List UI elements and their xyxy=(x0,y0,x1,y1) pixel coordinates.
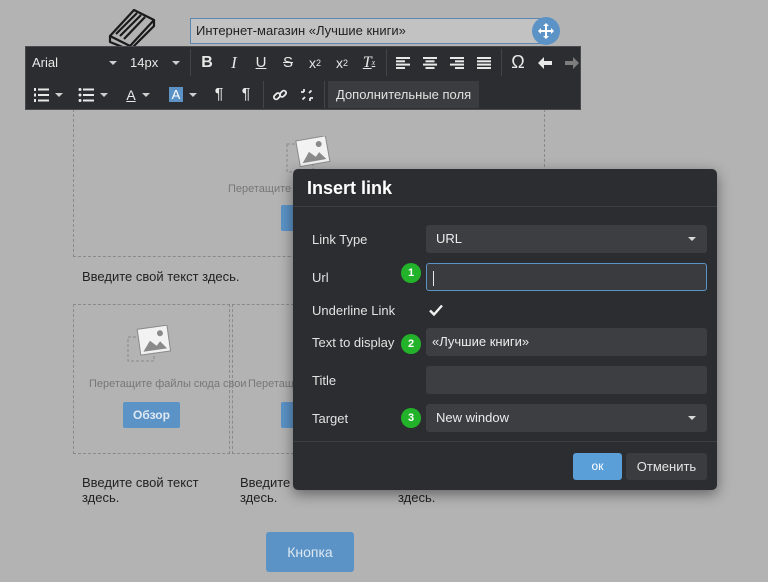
unlink-icon[interactable] xyxy=(294,81,320,108)
column-text-1-line1: Введите свой текст xyxy=(82,475,199,490)
omega-icon[interactable]: Ω xyxy=(505,49,531,76)
target-select[interactable]: New window xyxy=(426,404,707,432)
column-text-1-line2: здесь. xyxy=(82,490,120,505)
step-badge-3: 3 xyxy=(401,408,421,428)
underline-link-checkbox[interactable] xyxy=(428,302,444,318)
extra-fields-button[interactable]: Дополнительные поля xyxy=(328,81,480,108)
page-button[interactable]: Кнопка xyxy=(266,532,354,572)
strikethrough-icon[interactable]: S xyxy=(275,49,301,76)
column-text-2-line1: Введите xyxy=(240,475,291,490)
rich-text-toolbar: Arial 14px B I U S x2 x2 Tx Ω A A ¶ ¶ До… xyxy=(25,46,581,110)
title-input[interactable] xyxy=(426,366,707,394)
italic-icon[interactable]: I xyxy=(221,49,247,76)
superscript-icon[interactable]: x2 xyxy=(302,49,328,76)
url-input[interactable] xyxy=(426,263,707,291)
unordered-list-icon[interactable] xyxy=(71,81,115,108)
subscript-icon[interactable]: x2 xyxy=(329,49,355,76)
font-size-value: 14px xyxy=(130,55,159,70)
redo-icon[interactable] xyxy=(559,49,585,76)
column-text-2-line2: здесь. xyxy=(240,490,278,505)
ltr-icon[interactable]: ¶ xyxy=(206,81,232,108)
ordered-list-icon[interactable] xyxy=(26,81,70,108)
underline-link-label: Underline Link xyxy=(312,303,396,318)
link-type-label: Link Type xyxy=(312,232,368,247)
column-text-1[interactable]: Введите свой текст здесь. xyxy=(82,475,199,505)
chevron-down-icon xyxy=(688,237,696,241)
book-logo-icon xyxy=(108,8,156,50)
column-text-2[interactable]: Введите здесь. xyxy=(240,475,290,505)
step-badge-1: 1 xyxy=(401,263,421,283)
dialog-title: Insert link xyxy=(307,178,393,198)
site-title-input[interactable]: Интернет-магазин «Лучшие книги» xyxy=(190,18,545,44)
link-type-select[interactable]: URL xyxy=(426,225,707,253)
rtl-icon[interactable]: ¶ xyxy=(233,81,259,108)
cancel-button[interactable]: Отменить xyxy=(626,453,707,480)
column-text-3[interactable]: здесь. xyxy=(398,490,435,505)
url-label: Url xyxy=(312,270,329,285)
clear-format-icon[interactable]: Tx xyxy=(356,49,382,76)
chevron-down-icon xyxy=(688,416,696,420)
link-icon[interactable] xyxy=(267,81,293,108)
text-to-display-input[interactable]: «Лучшие книги» xyxy=(426,328,707,356)
ok-button[interactable]: ок xyxy=(573,453,622,480)
dropzone-hint: Перетащите xyxy=(228,183,292,195)
browse-button[interactable]: Обзор xyxy=(123,402,180,428)
align-right-icon[interactable] xyxy=(444,49,470,76)
image-placeholder-icon xyxy=(127,325,172,362)
move-handle-icon[interactable] xyxy=(532,17,560,45)
text-cursor xyxy=(433,271,434,287)
undo-icon[interactable] xyxy=(532,49,558,76)
target-value: New window xyxy=(436,410,509,425)
dropzone-hint: Перетащите файлы сюда свои xyxy=(89,378,247,390)
bold-icon[interactable]: B xyxy=(194,49,220,76)
title-label: Title xyxy=(312,373,337,388)
align-center-icon[interactable] xyxy=(417,49,443,76)
insert-link-dialog: Insert link Link Type URL Url 1 Underlin… xyxy=(293,169,717,490)
text-color-icon[interactable]: A xyxy=(116,81,160,108)
align-justify-icon[interactable] xyxy=(471,49,497,76)
align-left-icon[interactable] xyxy=(390,49,416,76)
link-type-value: URL xyxy=(436,231,463,246)
font-size-select[interactable]: 14px xyxy=(124,49,186,76)
text-to-display-label: Text to display xyxy=(312,335,395,350)
column-text-3-line2: здесь. xyxy=(398,490,436,505)
body-text[interactable]: Введите свой текст здесь. xyxy=(82,269,240,284)
font-family-select[interactable]: Arial xyxy=(26,49,123,76)
step-badge-2: 2 xyxy=(401,334,421,354)
target-label: Target xyxy=(312,411,349,426)
font-family-value: Arial xyxy=(32,55,59,70)
background-color-icon[interactable]: A xyxy=(161,81,205,108)
underline-icon[interactable]: U xyxy=(248,49,274,76)
